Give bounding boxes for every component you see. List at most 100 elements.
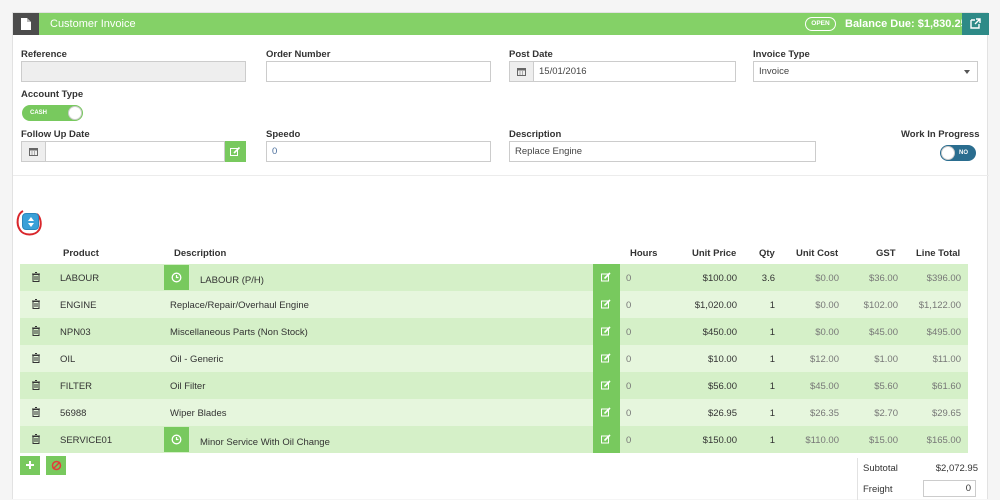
work-in-progress-label: Work In Progress [901, 129, 980, 140]
cell-product: SERVICE01 [60, 435, 113, 446]
delete-icon[interactable] [32, 434, 40, 447]
cell-product: ENGINE [60, 300, 97, 311]
delete-icon[interactable] [32, 407, 40, 420]
cell-unit-price: $1,020.00 [694, 300, 737, 311]
cell-line-total: $165.00 [926, 435, 961, 446]
follow-up-date-label: Follow Up Date [21, 129, 90, 140]
cell-unit-price: $150.00 [702, 435, 737, 446]
delete-icon[interactable] [32, 299, 40, 312]
invoice-type-select[interactable]: Invoice [753, 61, 978, 82]
external-link-icon[interactable] [962, 13, 989, 35]
section-divider [13, 175, 989, 176]
cell-hours[interactable]: 0 [626, 435, 631, 446]
invoice-header: Customer Invoice OPEN Balance Due: $1,83… [13, 13, 989, 35]
description-input[interactable]: Replace Engine [509, 141, 816, 162]
order-number-input[interactable] [266, 61, 491, 82]
table-row[interactable]: OIL Oil - Generic 0 $10.00 1 $12.00 $1.00 $11.0… [20, 345, 968, 372]
edit-icon[interactable] [225, 141, 246, 162]
work-in-progress-value: NO [959, 150, 968, 156]
cell-unit-cost: $0.00 [815, 300, 839, 311]
account-type-toggle[interactable]: CASH [22, 105, 83, 121]
table-row[interactable]: FILTER Oil Filter 0 $56.00 1 $45.00 $5.60 $61.6… [20, 372, 968, 399]
cell-hours[interactable]: 0 [626, 300, 631, 311]
work-in-progress-toggle[interactable]: NO [940, 145, 976, 161]
totals-box: Subtotal $2,072.95 Freight 0 [857, 458, 978, 500]
toggle-knob [941, 146, 955, 160]
cell-unit-cost: $110.00 [805, 435, 839, 446]
cell-gst: $5.60 [874, 381, 898, 392]
cell-description: Oil Filter [170, 381, 206, 392]
column-header-product: Product [63, 248, 99, 259]
post-date-input[interactable]: 15/01/2016 [533, 61, 736, 82]
cell-gst: $2.70 [874, 408, 898, 419]
cell-product: NPN03 [60, 327, 91, 338]
delete-icon[interactable] [32, 326, 40, 339]
cell-unit-cost: $45.00 [809, 381, 839, 392]
table-row[interactable]: SERVICE01 Minor Service With Oil Change 0 $… [20, 426, 968, 453]
edit-icon[interactable] [593, 372, 620, 399]
cell-line-total: $11.00 [932, 354, 961, 365]
calendar-icon[interactable] [509, 61, 534, 82]
account-type-label: Account Type [21, 89, 84, 100]
clock-icon[interactable] [164, 265, 189, 290]
description-label: Description [509, 129, 562, 140]
cell-qty: 1 [769, 300, 775, 311]
cell-gst: $36.00 [868, 273, 898, 284]
reference-input[interactable] [21, 61, 246, 82]
cell-unit-cost: $0.00 [815, 327, 839, 338]
edit-icon[interactable] [593, 318, 620, 345]
cell-unit-price: $450.00 [702, 327, 737, 338]
follow-up-date-input[interactable] [45, 141, 225, 162]
freight-input[interactable]: 0 [923, 480, 976, 497]
cell-hours[interactable]: 0 [626, 408, 631, 419]
reference-label: Reference [21, 49, 67, 60]
cell-unit-price: $56.00 [707, 381, 737, 392]
invoice-type-value: Invoice [759, 66, 790, 77]
table-row[interactable]: ENGINE Replace/Repair/Overhaul Engine 0 $1,… [20, 291, 968, 318]
delete-icon[interactable] [32, 380, 40, 393]
add-line-button[interactable] [20, 456, 40, 475]
post-date-label: Post Date [509, 49, 553, 60]
subtotal-label: Subtotal [863, 463, 898, 474]
cell-description: Replace/Repair/Overhaul Engine [170, 300, 309, 311]
remove-lines-button[interactable] [46, 456, 66, 475]
invoice-panel: Customer Invoice OPEN Balance Due: $1,83… [12, 12, 989, 500]
balance-due: Balance Due: $1,830.25 [845, 18, 967, 30]
cell-line-total: $29.65 [931, 408, 961, 419]
column-header-unit-price: Unit Price [692, 248, 737, 259]
delete-icon[interactable] [32, 272, 40, 285]
cell-description: Minor Service With Oil Change [200, 437, 330, 448]
cell-description: LABOUR (P/H) [200, 275, 264, 286]
cell-hours[interactable]: 0 [626, 381, 631, 392]
edit-icon[interactable] [593, 345, 620, 372]
table-row[interactable]: NPN03 Miscellaneous Parts (Non Stock) 0 $45… [20, 318, 968, 345]
cell-product: 56988 [60, 408, 87, 419]
cell-unit-price: $100.00 [702, 273, 737, 284]
table-row[interactable]: 56988 Wiper Blades 0 $26.95 1 $26.35 $2.70 $29.… [20, 399, 968, 426]
cell-product: FILTER [60, 381, 93, 392]
cell-line-total: $396.00 [926, 273, 961, 284]
remove-icon [51, 460, 62, 471]
calendar-icon[interactable] [21, 141, 46, 162]
cell-hours[interactable]: 0 [626, 273, 631, 284]
edit-icon[interactable] [593, 399, 620, 426]
status-badge: OPEN [805, 17, 836, 31]
clock-icon[interactable] [164, 427, 189, 452]
cell-description: Miscellaneous Parts (Non Stock) [170, 327, 308, 338]
cell-hours[interactable]: 0 [626, 327, 631, 338]
edit-icon[interactable] [593, 291, 620, 318]
edit-icon[interactable] [593, 426, 620, 453]
cell-unit-cost: $0.00 [815, 273, 839, 284]
column-header-description: Description [174, 248, 227, 259]
table-row[interactable]: LABOUR LABOUR (P/H) 0 $100.00 3.6 $0.00 $36.00… [20, 264, 968, 291]
cell-line-total: $1,122.00 [918, 300, 961, 311]
cell-hours[interactable]: 0 [626, 354, 631, 365]
document-icon [13, 13, 39, 35]
sort-button[interactable] [22, 213, 39, 230]
toggle-knob [68, 106, 82, 120]
delete-icon[interactable] [32, 353, 40, 366]
cell-gst: $102.00 [863, 300, 898, 311]
speedo-input[interactable]: 0 [266, 141, 491, 162]
edit-icon[interactable] [593, 264, 620, 291]
cell-qty: 1 [769, 354, 775, 365]
